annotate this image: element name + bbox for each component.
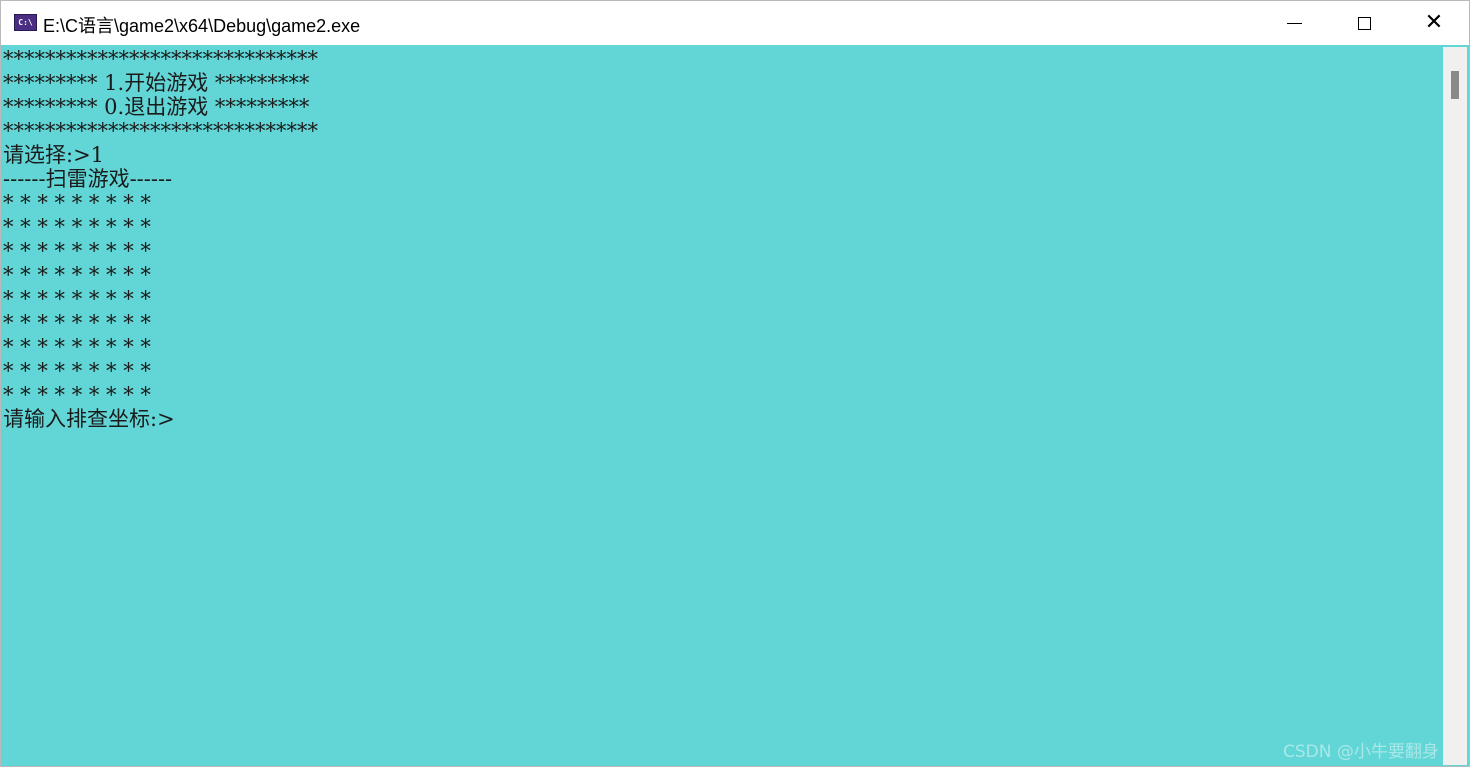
board-row: * * * * * * * * *: [3, 311, 151, 335]
maximize-icon: [1357, 16, 1371, 30]
close-button[interactable]: ✕: [1399, 1, 1469, 45]
close-icon: ✕: [1424, 10, 1444, 35]
console-app-icon: C:\: [14, 14, 37, 31]
board-row: * * * * * * * * *: [3, 383, 151, 407]
console-output[interactable]: ****************************** *********…: [3, 47, 1441, 765]
title-bar[interactable]: C:\ E:\C语言\game2\x64\Debug\game2.exe ✕: [1, 1, 1469, 45]
board-row: * * * * * * * * *: [3, 287, 151, 311]
menu-option-start: ********* 1.开始游戏 *********: [3, 71, 310, 95]
board-row: * * * * * * * * *: [3, 263, 151, 287]
minimize-icon: [1286, 22, 1302, 24]
board-row: * * * * * * * * *: [3, 335, 151, 359]
board-row: * * * * * * * * *: [3, 359, 151, 383]
csdn-watermark: CSDN @小牛要翻身: [1283, 742, 1439, 762]
console-window: C:\ E:\C语言\game2\x64\Debug\game2.exe ✕ *…: [0, 0, 1470, 767]
vertical-scrollbar[interactable]: [1443, 47, 1467, 765]
board-row: * * * * * * * * *: [3, 239, 151, 263]
coordinate-input-prompt[interactable]: 请输入排查坐标:>: [3, 407, 1441, 431]
maximize-button[interactable]: [1329, 1, 1399, 45]
menu-prompt: 请选择:>1: [3, 143, 105, 167]
game-header: ------扫雷游戏------: [3, 167, 173, 191]
minimize-button[interactable]: [1259, 1, 1329, 45]
window-title: E:\C语言\game2\x64\Debug\game2.exe: [43, 16, 361, 36]
menu-option-exit: ********* 0.退出游戏 *********: [3, 95, 310, 119]
board-row: * * * * * * * * *: [3, 191, 151, 215]
board-row: * * * * * * * * *: [3, 215, 151, 239]
console-line-border-bottom: ******************************: [3, 119, 318, 143]
scrollbar-thumb[interactable]: [1451, 71, 1459, 99]
console-line-border-top: ******************************: [3, 47, 318, 71]
